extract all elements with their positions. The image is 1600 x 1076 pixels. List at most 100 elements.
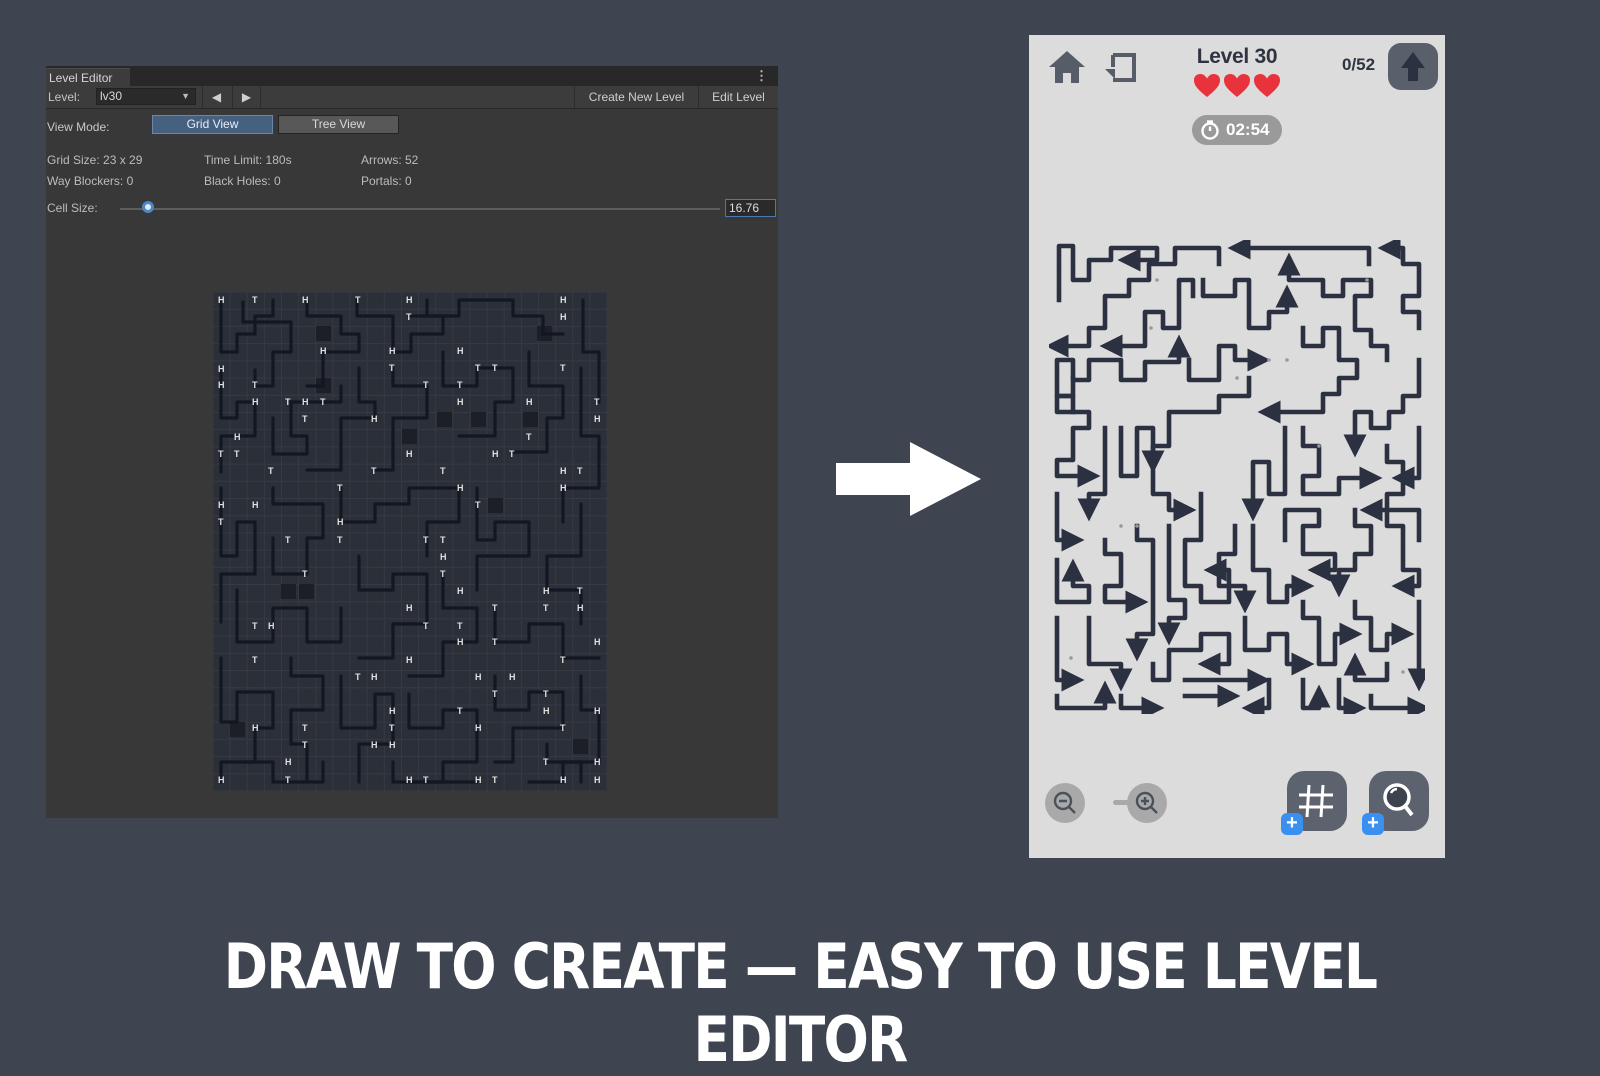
- arrows-stat: Arrows: 52: [361, 153, 419, 167]
- svg-text:T: T: [337, 483, 343, 493]
- svg-text:T: T: [423, 775, 429, 785]
- svg-text:H: H: [389, 346, 396, 356]
- svg-text:T: T: [302, 740, 308, 750]
- svg-text:H: H: [560, 775, 567, 785]
- svg-text:H: H: [406, 603, 413, 613]
- svg-text:T: T: [252, 655, 258, 665]
- svg-text:H: H: [218, 380, 225, 390]
- arrow-right-icon: [836, 442, 981, 516]
- svg-text:T: T: [302, 414, 308, 424]
- svg-text:H: H: [371, 414, 378, 424]
- svg-text:H: H: [560, 483, 567, 493]
- tree-view-button[interactable]: Tree View: [278, 115, 399, 134]
- svg-text:T: T: [492, 637, 498, 647]
- svg-text:H: H: [594, 637, 601, 647]
- svg-text:T: T: [423, 621, 429, 631]
- svg-text:T: T: [440, 466, 446, 476]
- svg-text:H: H: [302, 397, 309, 407]
- level-dropdown[interactable]: lv30 ▼: [96, 88, 196, 105]
- next-level-button[interactable]: ▶: [232, 86, 260, 108]
- next-level-icon: ▶: [241, 90, 252, 104]
- cell-size-input[interactable]: 16.76: [725, 199, 776, 217]
- svg-text:H: H: [594, 706, 601, 716]
- svg-text:T: T: [440, 535, 446, 545]
- promo-caption: DRAW TO CREATE — EASY TO USE LEVEL EDITO…: [223, 930, 1378, 1076]
- svg-text:H: H: [285, 757, 292, 767]
- toolbar-divider: [260, 86, 261, 108]
- svg-text:H: H: [457, 483, 464, 493]
- lives-hearts: [1194, 74, 1280, 97]
- arrow-maze-board[interactable]: [1049, 240, 1425, 714]
- svg-text:T: T: [577, 586, 583, 596]
- time-limit-stat: Time Limit: 180s: [204, 153, 292, 167]
- svg-text:T: T: [252, 295, 258, 305]
- svg-text:H: H: [543, 706, 550, 716]
- restart-icon[interactable]: [1103, 51, 1137, 83]
- svg-text:H: H: [475, 723, 482, 733]
- level-grid-svg: HTH THH TH HHH HTTTT HTTT HTHT HHT THH H…: [213, 292, 607, 791]
- magnifier-hint-plus-badge[interactable]: +: [1362, 813, 1384, 835]
- svg-text:H: H: [526, 397, 533, 407]
- svg-text:H: H: [594, 414, 601, 424]
- grid-hint-plus-badge[interactable]: +: [1281, 813, 1303, 835]
- svg-text:T: T: [423, 380, 429, 390]
- svg-text:T: T: [492, 689, 498, 699]
- black-holes-stat: Black Holes: 0: [204, 174, 281, 188]
- svg-text:H: H: [406, 655, 413, 665]
- svg-text:T: T: [234, 449, 240, 459]
- arrow-up-icon: [1401, 52, 1425, 81]
- svg-text:H: H: [457, 397, 464, 407]
- svg-text:T: T: [509, 449, 515, 459]
- game-preview-screen: Level 30 0/52 02:54 + +: [1029, 35, 1445, 858]
- svg-text:T: T: [492, 603, 498, 613]
- grid-view-button[interactable]: Grid View: [152, 115, 273, 134]
- level-grid-canvas[interactable]: HTH THH TH HHH HTTTT HTTT HTHT HHT THH H…: [213, 292, 607, 791]
- svg-text:H: H: [440, 552, 447, 562]
- svg-text:T: T: [577, 466, 583, 476]
- svg-text:H: H: [218, 500, 225, 510]
- svg-text:T: T: [492, 363, 498, 373]
- tab-level-editor[interactable]: Level Editor: [46, 68, 130, 86]
- svg-text:H: H: [252, 723, 259, 733]
- heart-icon: [1194, 74, 1280, 97]
- svg-text:T: T: [268, 466, 274, 476]
- svg-text:H: H: [218, 775, 225, 785]
- svg-text:H: H: [234, 432, 241, 442]
- svg-text:H: H: [475, 775, 482, 785]
- previous-level-button[interactable]: ◀: [202, 86, 230, 108]
- svg-text:T: T: [355, 295, 361, 305]
- svg-text:T: T: [252, 621, 258, 631]
- svg-text:H: H: [492, 449, 499, 459]
- svg-text:H: H: [252, 397, 259, 407]
- svg-text:H: H: [337, 517, 344, 527]
- cell-size-label: Cell Size:: [47, 201, 98, 215]
- svg-text:T: T: [492, 775, 498, 785]
- svg-text:T: T: [457, 380, 463, 390]
- timer-text: 02:54: [1226, 120, 1270, 139]
- home-icon[interactable]: [1047, 49, 1087, 85]
- svg-text:H: H: [406, 775, 413, 785]
- svg-text:H: H: [389, 740, 396, 750]
- kebab-menu-icon[interactable]: ⋮: [755, 68, 768, 84]
- svg-text:H: H: [475, 672, 482, 682]
- edit-level-button[interactable]: Edit Level: [698, 86, 778, 108]
- level-dropdown-value: lv30: [100, 89, 123, 103]
- svg-text:T: T: [389, 723, 395, 733]
- svg-text:H: H: [302, 295, 309, 305]
- arrow-up-button[interactable]: [1388, 43, 1438, 90]
- level-label: Level:: [48, 90, 81, 104]
- svg-text:T: T: [475, 363, 481, 373]
- zoom-out-button[interactable]: [1045, 783, 1085, 823]
- svg-text:H: H: [594, 775, 601, 785]
- svg-text:H: H: [594, 757, 601, 767]
- svg-text:T: T: [406, 312, 412, 322]
- svg-text:T: T: [560, 655, 566, 665]
- cell-size-slider-track[interactable]: [120, 208, 720, 210]
- zoom-in-button[interactable]: [1127, 783, 1167, 823]
- svg-text:T: T: [543, 689, 549, 699]
- cell-size-slider-handle[interactable]: [142, 201, 154, 213]
- create-new-level-button[interactable]: Create New Level: [574, 86, 698, 108]
- svg-text:T: T: [218, 449, 224, 459]
- svg-text:T: T: [560, 363, 566, 373]
- svg-text:T: T: [285, 535, 291, 545]
